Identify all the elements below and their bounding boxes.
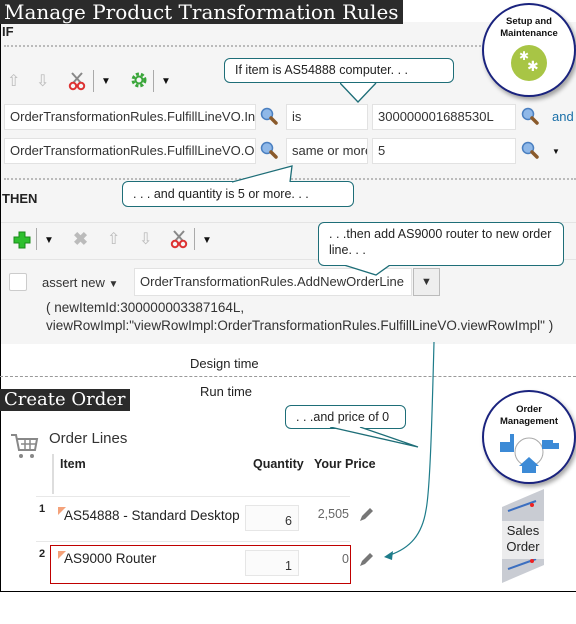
order-lines-title: Order Lines [49, 430, 128, 447]
connector-dropdown-icon[interactable]: ▼ [552, 147, 560, 156]
row-divider [36, 496, 350, 497]
column-header-quantity[interactable]: Quantity [253, 457, 304, 471]
callout-pointer [343, 265, 391, 276]
callout-item-condition: If item is AS54888 computer. . . [224, 58, 454, 83]
and-connector-link[interactable]: and [552, 109, 574, 124]
row-divider [36, 541, 350, 542]
delete-icon[interactable]: ✖ [73, 230, 88, 248]
sales-order-line-1: Sales [506, 523, 540, 538]
if-label: IF [2, 24, 14, 39]
design-run-divider [0, 376, 576, 377]
condition-1-value-field[interactable]: 300000001688530L [372, 104, 516, 130]
param-view-row-impl: viewRowImpl:"viewRowImpl:OrderTransforma… [46, 318, 554, 333]
column-header-your-price[interactable]: Your Price [314, 457, 376, 471]
search-icon[interactable] [520, 140, 540, 160]
gear-dropdown-icon[interactable]: ▼ [161, 76, 171, 87]
price-value: 2,505 [317, 507, 349, 521]
design-time-label: Design time [190, 356, 259, 371]
supply-chain-icon [500, 434, 559, 473]
order-management-badge: Order Management [482, 390, 576, 484]
search-icon[interactable] [520, 106, 540, 126]
badge-line-2: Management [499, 416, 559, 427]
item-name[interactable]: AS9000 Router [64, 551, 156, 566]
edit-pencil-icon[interactable] [357, 551, 375, 569]
move-down-icon[interactable]: ⇩ [36, 73, 49, 91]
cut-dropdown-icon[interactable]: ▼ [202, 235, 212, 246]
sales-order-label: Sales Order [502, 521, 544, 559]
assert-mode-dropdown[interactable]: assert new ▼ [42, 275, 118, 290]
toolbar-separator [194, 228, 195, 250]
cut-icon[interactable] [170, 229, 188, 249]
condition-2-value-field[interactable]: 5 [372, 138, 516, 164]
assert-mode-label: assert new [42, 275, 105, 290]
setup-maintenance-label: Setup and Maintenance [500, 16, 558, 39]
move-up-icon[interactable]: ⇧ [7, 73, 20, 91]
shopping-cart-icon [11, 434, 39, 458]
condition-1-operator-field[interactable]: is [286, 104, 368, 130]
sales-order-line-2: Order [506, 539, 540, 554]
callout-then-add: . . .then add AS9000 router to new order… [318, 222, 564, 266]
column-header-item[interactable]: Item [60, 457, 86, 471]
flow-arrow [384, 341, 435, 560]
gears-icon: ✱ ✱ [511, 45, 547, 81]
search-icon[interactable] [259, 140, 279, 160]
then-label: THEN [2, 191, 38, 206]
callout-pointer [232, 165, 293, 183]
column-divider [52, 454, 54, 494]
condition-1-attribute-field[interactable]: OrderTransformationRules.FulfillLineVO.I… [4, 104, 256, 130]
edit-pencil-icon[interactable] [357, 506, 375, 524]
search-icon[interactable] [259, 106, 279, 126]
callout-pointer [340, 82, 377, 103]
row-number: 2 [39, 548, 46, 560]
order-management-label: Order Management [484, 404, 574, 428]
move-up-icon[interactable]: ⇧ [107, 231, 120, 249]
row-number: 1 [39, 503, 46, 515]
function-dropdown-button[interactable]: ▼ [413, 268, 440, 296]
item-name[interactable]: AS54888 - Standard Desktop [64, 508, 240, 523]
page-title-create-order: Create Order [0, 389, 130, 411]
cut-dropdown-icon[interactable]: ▼ [101, 76, 111, 87]
toolbar-separator [153, 70, 154, 92]
chevron-down-icon: ▼ [108, 279, 119, 290]
run-time-label: Run time [200, 384, 253, 399]
action-parameters: ( newItemId:300000003387164L, viewRowImp… [46, 299, 553, 335]
add-icon[interactable] [13, 231, 31, 249]
action-select-checkbox[interactable] [9, 273, 27, 291]
price-value: 0 [342, 552, 349, 566]
badge-line-1: Order [516, 404, 542, 415]
callout-quantity-condition: . . . and quantity is 5 or more. . . [122, 181, 354, 207]
condition-2-attribute-field[interactable]: OrderTransformationRules.FulfillLineVO.O… [4, 138, 256, 164]
toolbar-separator [36, 228, 37, 250]
sales-order-document-icon: Sales Order [502, 489, 544, 583]
toolbar-separator [93, 70, 94, 92]
gear-icon[interactable] [130, 71, 148, 89]
setup-maintenance-badge: Setup and Maintenance ✱ ✱ [482, 3, 576, 97]
param-new-item-id: ( newItemId:300000003387164L, [46, 300, 245, 315]
move-down-icon[interactable]: ⇩ [139, 231, 152, 249]
cut-icon[interactable] [68, 71, 86, 91]
quantity-field[interactable]: 6 [245, 505, 299, 531]
add-dropdown-icon[interactable]: ▼ [44, 235, 54, 246]
quantity-field[interactable]: 1 [245, 550, 299, 576]
page-title-manage-rules: Manage Product Transformation Rules [0, 0, 403, 24]
